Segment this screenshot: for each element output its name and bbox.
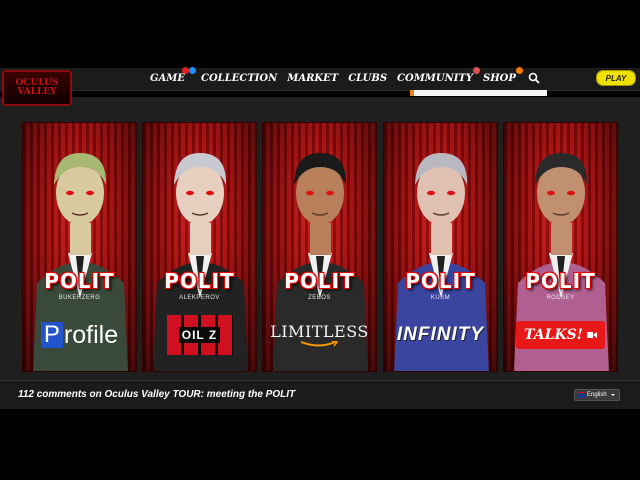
brand-logo-profile: Profile (40, 320, 119, 350)
brand-logo-oilz: OIL Z (166, 315, 233, 355)
caret-down-icon (610, 394, 615, 396)
brand-name: rofile (63, 320, 119, 349)
character-card-bukerzerg[interactable]: POLIT BUKERZERG Profile (22, 122, 137, 372)
brand-area: LIMITLESS (263, 315, 376, 355)
notification-badge (515, 66, 523, 74)
language-label: English (587, 392, 607, 398)
card-title: POLIT (284, 269, 355, 293)
character-card-kusm[interactable]: POLIT KUSM INFINITY (383, 122, 498, 372)
brand-area: TALKS! (504, 315, 617, 355)
brand-area: INFINITY (384, 315, 497, 355)
notification-badge (472, 66, 480, 74)
search-icon[interactable] (528, 72, 540, 84)
smile-arrow-icon (301, 341, 339, 347)
nav-market[interactable]: MARKET (287, 73, 338, 84)
brand-logo-infinity: INFINITY (396, 324, 485, 345)
comments-count-link[interactable]: 112 comments on Oculus Valley TOUR: meet… (18, 389, 295, 400)
brand-area: OIL Z (143, 315, 256, 355)
character-name: ZEBOS (308, 295, 331, 301)
character-card-rodsey[interactable]: POLIT RODSEY TALKS! (503, 122, 618, 372)
card-title: POLIT (405, 269, 476, 293)
nav-community[interactable]: COMMUNITY (397, 66, 480, 84)
character-name: ALEKPEROV (179, 295, 220, 301)
character-card-zebos[interactable]: POLIT ZEBOS LIMITLESS (262, 122, 377, 372)
notification-badge (182, 66, 189, 74)
profile-p-icon: P (40, 321, 63, 348)
nav-game[interactable]: GAME (150, 66, 196, 84)
brand-area: Profile (23, 315, 136, 355)
character-name: BUKERZERG (58, 295, 101, 301)
notification-badge (189, 66, 196, 74)
card-title: POLIT (525, 269, 596, 293)
nav-collection[interactable]: COLLECTION (201, 73, 277, 84)
character-name: KUSM (430, 295, 451, 301)
nav-shop[interactable]: SHOP (483, 66, 523, 84)
character-name: RODSEY (546, 295, 575, 301)
language-selector[interactable]: English (574, 389, 620, 401)
brand-logo-limitless: LIMITLESS (270, 322, 369, 348)
logo-text: OCULUS VALLEY (15, 78, 59, 97)
main-nav: GAME COLLECTION MARKET CLUBS COMMUNITY S… (150, 66, 540, 86)
brand-logo-talks: TALKS! (516, 321, 605, 349)
character-card-alekperov[interactable]: POLIT ALEKPEROV OIL Z (142, 122, 257, 372)
camera-icon (586, 332, 597, 338)
sub-menu-strip (410, 90, 547, 96)
play-button[interactable]: PLAY (596, 70, 636, 86)
card-title: POLIT (44, 269, 115, 293)
card-title: POLIT (164, 269, 235, 293)
nav-clubs[interactable]: CLUBS (348, 73, 387, 84)
site-logo[interactable]: OCULUS VALLEY (2, 70, 72, 106)
uk-flag-icon (577, 392, 585, 398)
